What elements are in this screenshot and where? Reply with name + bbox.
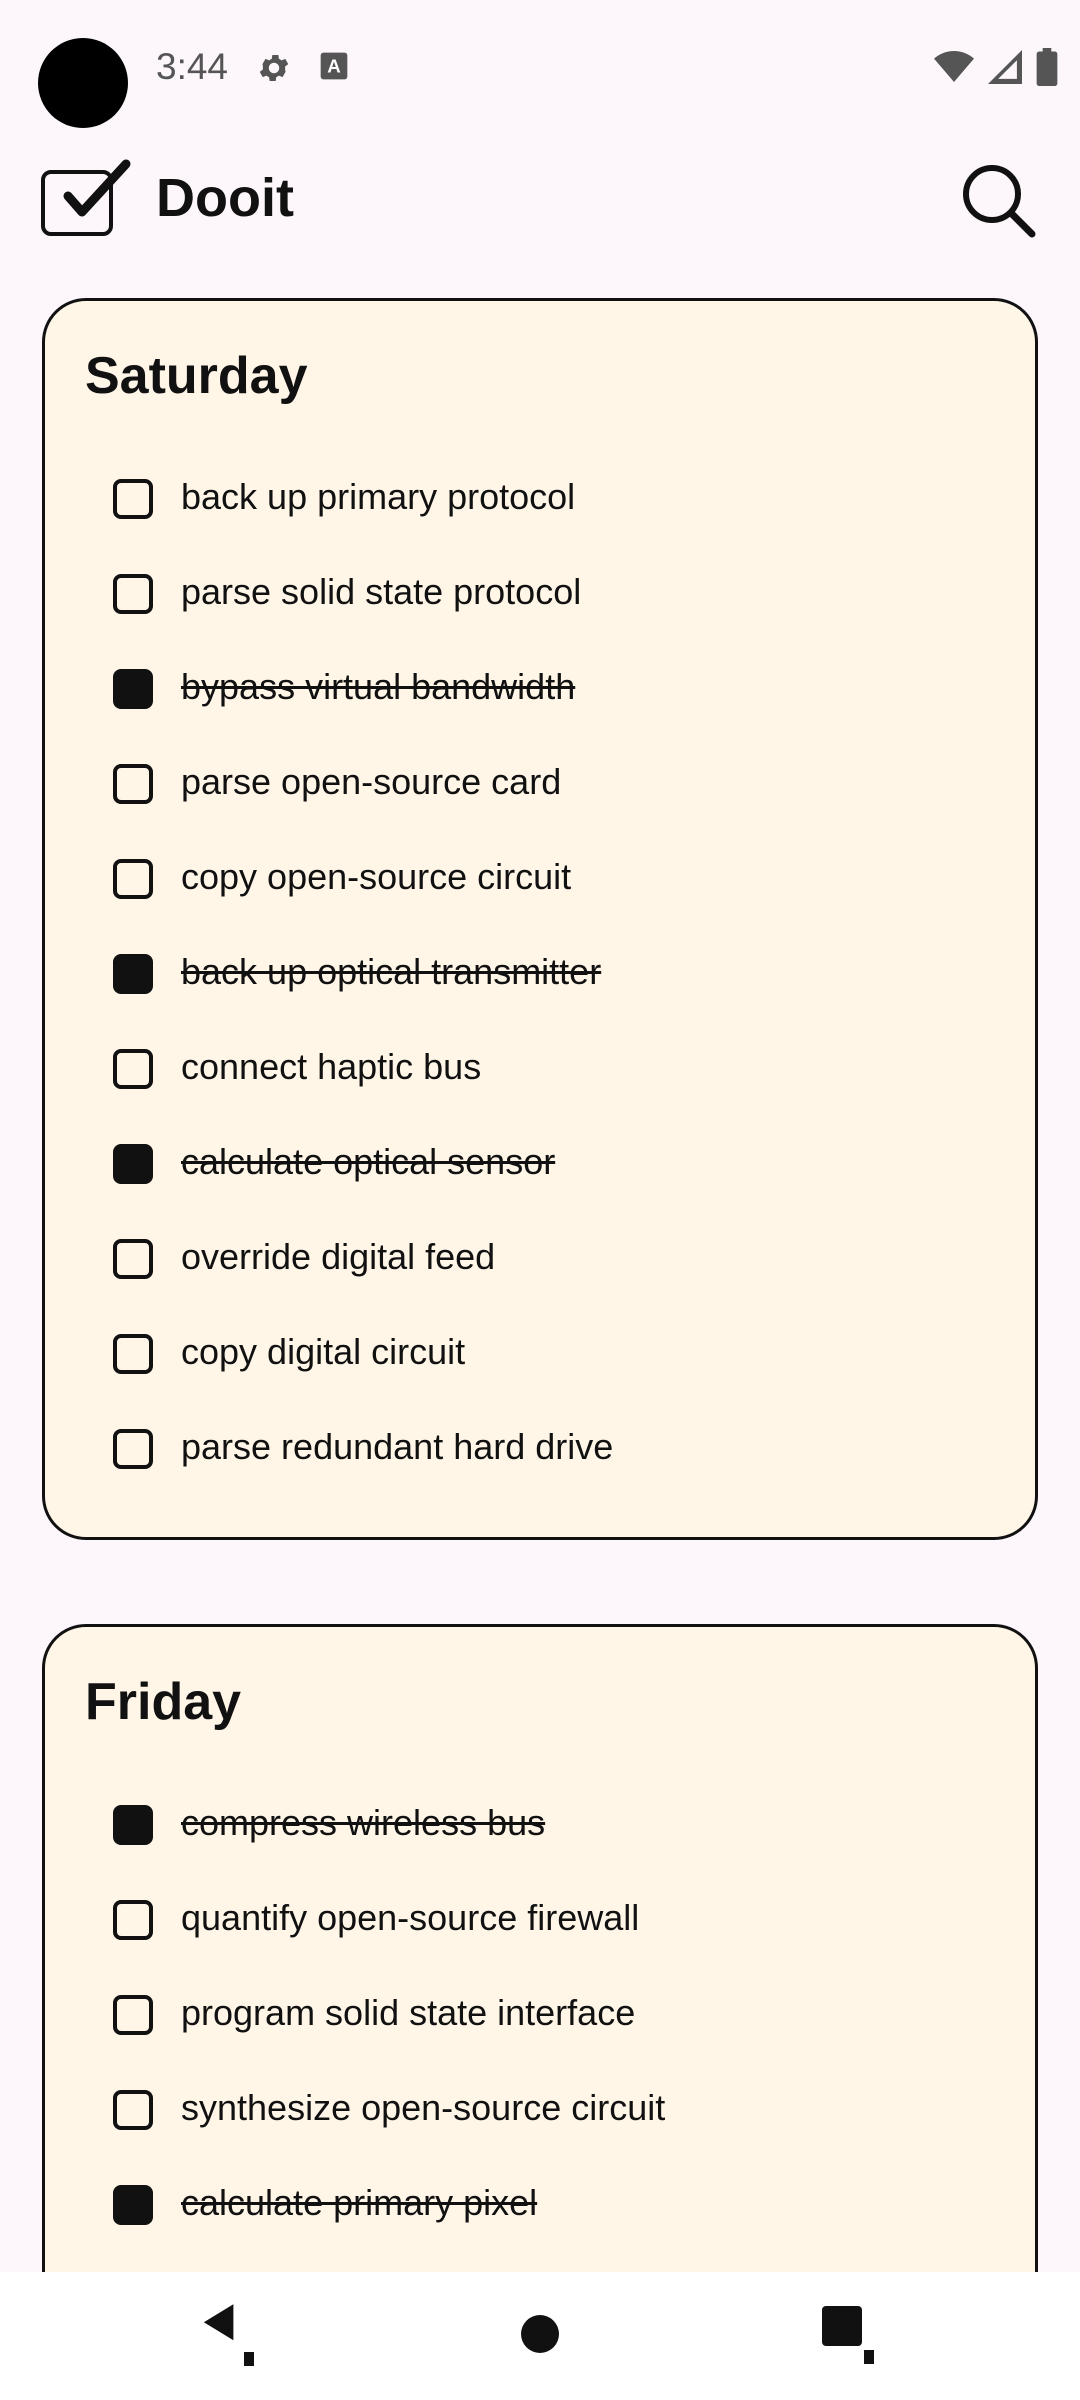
task-item[interactable]: program solid state interface (45, 1967, 1035, 2062)
task-checkbox[interactable] (113, 1805, 153, 1845)
task-list: back up primary protocol parse solid sta… (45, 451, 1035, 1496)
task-checkbox[interactable] (113, 669, 153, 709)
back-button[interactable] (150, 2272, 310, 2400)
task-item[interactable]: bypass virtual bandwidth (45, 641, 1035, 736)
task-label[interactable]: connect haptic bus (181, 1041, 481, 1093)
task-checkbox[interactable] (113, 1334, 153, 1374)
task-label[interactable]: compress wireless bus (181, 1797, 545, 1849)
home-button[interactable] (460, 2272, 620, 2400)
task-item[interactable]: back up primary protocol (45, 451, 1035, 546)
day-card-friday: Friday compress wireless bus quantify op… (42, 1624, 1038, 2324)
task-checkbox[interactable] (113, 479, 153, 519)
task-label[interactable]: back up primary protocol (181, 471, 575, 523)
task-checkbox[interactable] (113, 764, 153, 804)
task-checkbox[interactable] (113, 2185, 153, 2225)
system-nav-bar (0, 2272, 1080, 2400)
task-checkbox[interactable] (113, 859, 153, 899)
task-checkbox[interactable] (113, 1239, 153, 1279)
task-item[interactable]: override digital feed (45, 1211, 1035, 1306)
task-label[interactable]: copy open-source circuit (181, 851, 571, 903)
task-label[interactable]: bypass virtual bandwidth (181, 661, 575, 713)
camera-cutout (38, 38, 128, 128)
search-icon[interactable] (956, 165, 1040, 246)
search-button[interactable] (956, 158, 1040, 242)
task-label[interactable]: program solid state interface (181, 1987, 635, 2039)
task-label[interactable]: override digital feed (181, 1231, 495, 1283)
task-item[interactable]: copy digital circuit (45, 1306, 1035, 1401)
task-item[interactable]: copy open-source circuit (45, 831, 1035, 926)
task-label[interactable]: parse solid state protocol (181, 566, 581, 618)
home-icon[interactable] (518, 2312, 562, 2361)
task-checkbox[interactable] (113, 954, 153, 994)
task-item[interactable]: compress wireless bus (45, 1777, 1035, 1872)
back-icon[interactable] (198, 2302, 262, 2371)
task-label[interactable]: calculate primary pixel (181, 2177, 537, 2229)
task-item[interactable]: quantify open-source firewall (45, 1872, 1035, 1967)
task-checkbox[interactable] (113, 1429, 153, 1469)
task-checkbox[interactable] (113, 1049, 153, 1089)
checkbox-logo-icon (40, 158, 136, 243)
task-label[interactable]: quantify open-source firewall (181, 1892, 639, 1944)
task-item[interactable]: synthesize open-source circuit (45, 2062, 1035, 2157)
task-item[interactable]: connect haptic bus (45, 1021, 1035, 1116)
signal-icon (988, 49, 1022, 90)
task-label[interactable]: parse redundant hard drive (181, 1421, 613, 1473)
task-checkbox[interactable] (113, 1144, 153, 1184)
wifi-icon (934, 49, 974, 90)
task-list: compress wireless bus quantify open-sour… (45, 1777, 1035, 2252)
task-label[interactable]: calculate optical sensor (181, 1136, 555, 1188)
task-checkbox[interactable] (113, 2090, 153, 2130)
recents-icon[interactable] (818, 2302, 882, 2371)
battery-icon (1036, 48, 1058, 91)
task-item[interactable]: parse redundant hard drive (45, 1401, 1035, 1496)
app-bar: Dooit (0, 150, 1080, 250)
task-item[interactable]: back up optical transmitter (45, 926, 1035, 1021)
day-title: Saturday (85, 347, 308, 405)
task-label[interactable]: parse open-source card (181, 756, 561, 808)
keyboard-a-icon: A (318, 50, 350, 87)
task-item[interactable]: calculate optical sensor (45, 1116, 1035, 1211)
task-checkbox[interactable] (113, 1995, 153, 2035)
task-label[interactable]: back up optical transmitter (181, 946, 601, 998)
task-label[interactable]: synthesize open-source circuit (181, 2082, 665, 2134)
task-checkbox[interactable] (113, 574, 153, 614)
gear-icon (256, 50, 292, 91)
recents-button[interactable] (770, 2272, 930, 2400)
task-item[interactable]: parse open-source card (45, 736, 1035, 831)
app-title: Dooit (156, 168, 294, 228)
task-label[interactable]: copy digital circuit (181, 1326, 465, 1378)
svg-text:A: A (327, 56, 340, 77)
day-title: Friday (85, 1673, 242, 1731)
status-bar: 3:44 A (0, 0, 1080, 130)
status-time: 3:44 (156, 46, 229, 87)
task-checkbox[interactable] (113, 1900, 153, 1940)
task-item[interactable]: parse solid state protocol (45, 546, 1035, 641)
day-card-saturday: Saturday back up primary protocol parse … (42, 298, 1038, 1540)
task-item[interactable]: calculate primary pixel (45, 2157, 1035, 2252)
